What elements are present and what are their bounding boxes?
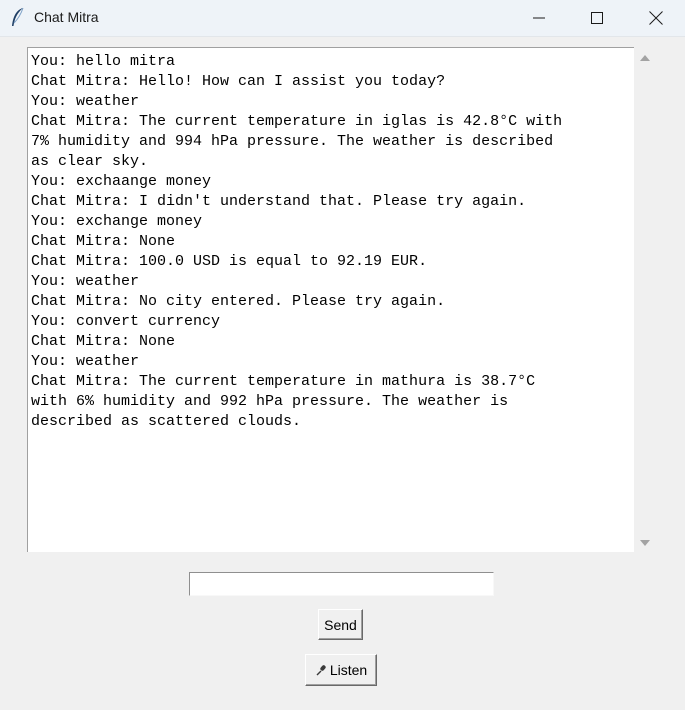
message-input[interactable] (189, 572, 494, 596)
chat-line: You: exchange money (31, 213, 203, 230)
chat-line: Chat Mitra: I didn't understand that. Pl… (31, 193, 527, 210)
chat-line: Chat Mitra: The current temperature in m… (31, 373, 536, 390)
title-bar: Chat Mitra (0, 0, 685, 37)
minimize-icon (533, 17, 545, 19)
chat-line: Chat Mitra: The current temperature in i… (31, 113, 563, 130)
chat-line: as clear sky. (31, 153, 149, 170)
chat-line: Chat Mitra: No city entered. Please try … (31, 293, 446, 310)
chat-line: Chat Mitra: None (31, 333, 176, 350)
close-icon (649, 11, 663, 25)
feather-icon (12, 7, 24, 26)
scroll-down-icon[interactable] (640, 540, 650, 546)
chat-line: 7% humidity and 994 hPa pressure. The we… (31, 133, 554, 150)
chat-line: You: weather (31, 273, 140, 290)
chat-display[interactable]: You: hello mitra Chat Mitra: Hello! How c… (27, 47, 634, 552)
chat-scrollbar[interactable] (634, 47, 656, 552)
listen-button-label: Listen (329, 662, 368, 678)
chat-line: You: weather (31, 353, 140, 370)
chat-line: with 6% humidity and 992 hPa pressure. T… (31, 393, 509, 410)
chat-line: described as scattered clouds. (31, 413, 302, 430)
send-button[interactable]: Send (318, 609, 363, 640)
chat-log: You: hello mitra Chat Mitra: Hello! How c… (28, 48, 634, 432)
minimize-button[interactable] (510, 0, 568, 36)
microphone-icon (316, 665, 326, 676)
close-button[interactable] (627, 0, 685, 36)
chat-line: Chat Mitra: Hello! How can I assist you … (31, 73, 446, 90)
chat-line: You: convert currency (31, 313, 221, 330)
chat-line: You: hello mitra (31, 53, 176, 70)
chat-line: You: exchaange money (31, 173, 212, 190)
maximize-icon (591, 12, 603, 24)
maximize-button[interactable] (568, 0, 626, 36)
chat-line: Chat Mitra: 100.0 USD is equal to 92.19 … (31, 253, 428, 270)
chat-line: You: weather (31, 93, 140, 110)
send-button-label: Send (324, 616, 357, 633)
scroll-up-icon[interactable] (640, 55, 650, 61)
listen-button[interactable]: Listen (305, 654, 377, 686)
window-title: Chat Mitra (34, 9, 99, 25)
chat-line: Chat Mitra: None (31, 233, 176, 250)
